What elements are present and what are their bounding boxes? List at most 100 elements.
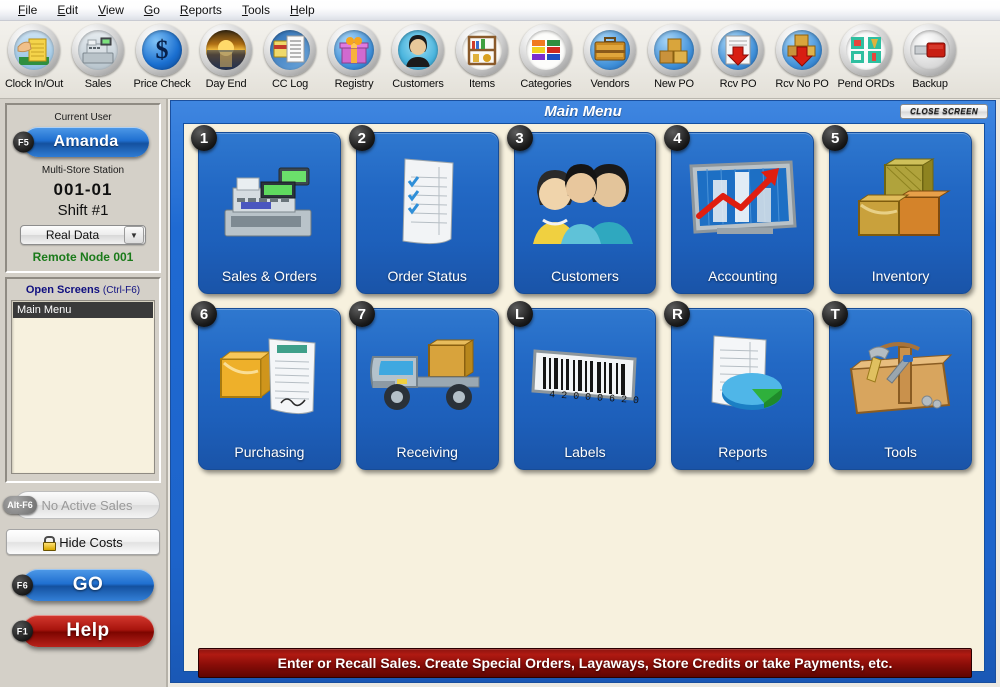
open-screens-list[interactable]: Main Menu — [11, 300, 155, 474]
menu-item-tools[interactable]: Tools — [232, 1, 280, 19]
left-sidebar: Current User F5 Amanda Multi-Store Stati… — [0, 99, 168, 687]
boxes-icon — [648, 24, 700, 76]
tile-inventory[interactable]: 5 Inventory — [822, 125, 972, 294]
tile-customers[interactable]: 3 Customers — [506, 125, 657, 294]
data-mode-select[interactable]: Real Data ▼ — [20, 225, 146, 245]
menu-item-go[interactable]: Go — [134, 1, 170, 19]
help-button[interactable]: F1 Help — [12, 615, 154, 647]
toolbar-button-sales[interactable]: Sales — [66, 24, 130, 90]
tile-key-badge: L — [506, 301, 533, 327]
tile-sales-and-orders[interactable]: 1 Sales & Orders — [191, 125, 341, 294]
open-screens-shortcut: (Ctrl-F6) — [102, 285, 141, 296]
report-piechart-icon — [672, 309, 813, 444]
toolbar-label: Items — [469, 78, 495, 90]
help-label: Help — [66, 620, 110, 641]
user-fkey-badge: F5 — [13, 131, 34, 153]
tile-key-badge: 5 — [822, 125, 849, 151]
menu-tile-grid: 1 Sales & Orders 2 Order Status 3 Custom… — [191, 125, 972, 470]
dollar-sign-icon: $ — [136, 24, 188, 76]
open-screens-panel: Open Screens (Ctrl-F6) Main Menu — [5, 277, 161, 483]
lock-icon — [43, 535, 57, 551]
toolbar-button-cc-log[interactable]: CC Log — [258, 24, 322, 90]
status-message-bar: Enter or Recall Sales. Create Special Or… — [198, 648, 972, 678]
person-icon — [392, 24, 444, 76]
tile-key-badge: 3 — [506, 125, 533, 151]
menu-item-reports[interactable]: Reports — [170, 1, 232, 19]
hide-costs-button[interactable]: Hide Costs — [6, 529, 160, 555]
data-mode-value: Real Data — [45, 228, 100, 242]
tile-accounting[interactable]: 4 Accounting — [664, 125, 815, 294]
toolbar-button-clock-in-out[interactable]: Clock In/Out — [2, 24, 66, 90]
go-button[interactable]: F6 GO — [12, 569, 154, 601]
color-blocks-icon — [520, 24, 572, 76]
menu-canvas: 1 Sales & Orders 2 Order Status 3 Custom… — [183, 123, 985, 678]
pending-orders-icon — [840, 24, 892, 76]
toolbar-label: Sales — [84, 78, 112, 90]
tile-label: Inventory — [871, 268, 930, 284]
main-menu-window: Main Menu CLOSE SCREEN 1 Sales & Orders … — [170, 100, 996, 683]
toolbar-label: Price Check — [133, 78, 191, 90]
chevron-down-icon[interactable]: ▼ — [124, 226, 144, 244]
receive-po-icon — [712, 24, 764, 76]
chart-monitor-icon — [672, 133, 813, 268]
tile-label: Labels — [564, 444, 606, 460]
window-title-bar: Main Menu CLOSE SCREEN — [171, 101, 995, 123]
menu-item-file[interactable]: File — [8, 1, 47, 19]
current-user-button[interactable]: F5 Amanda — [13, 127, 149, 157]
toolbar-label: Clock In/Out — [4, 78, 64, 90]
toolbar-button-registry[interactable]: Registry — [322, 24, 386, 90]
shift-value: Shift #1 — [57, 202, 109, 219]
menu-item-edit[interactable]: Edit — [47, 1, 88, 19]
toolbar-button-day-end[interactable]: Day End — [194, 24, 258, 90]
user-station-panel: Current User F5 Amanda Multi-Store Stati… — [5, 103, 161, 273]
cash-register-icon — [72, 24, 124, 76]
toolbar-button-categories[interactable]: Categories — [514, 24, 578, 90]
go-label: GO — [72, 574, 104, 595]
tile-label: Customers — [551, 268, 619, 284]
toolbar-label: Registry — [334, 78, 374, 90]
toolbar-label: New PO — [654, 78, 694, 90]
toolbar-button-customers[interactable]: Customers — [386, 24, 450, 90]
toolbar-label: Rcv No PO — [775, 78, 829, 90]
tile-key-badge: 7 — [348, 301, 375, 327]
toolbar-button-price-check[interactable]: $ Price Check — [130, 24, 194, 90]
menu-item-help[interactable]: Help — [280, 1, 325, 19]
node-status: Remote Node 001 — [32, 250, 134, 264]
tile-label: Accounting — [708, 268, 778, 284]
toolbar-label: Categories — [520, 78, 572, 90]
toolbar-button-rcv-no-po[interactable]: Rcv No PO — [770, 24, 834, 90]
checklist-icon — [357, 133, 498, 268]
station-label: Multi-Store Station — [41, 165, 125, 176]
toolbar-label: Customers — [392, 78, 444, 90]
menu-item-view[interactable]: View — [88, 1, 134, 19]
tile-label: Sales & Orders — [221, 268, 317, 284]
tile-order-status[interactable]: 2 Order Status — [348, 125, 499, 294]
hand-timecard-icon — [8, 24, 60, 76]
toolbar-button-new-po[interactable]: New PO — [642, 24, 706, 90]
briefcase-icon — [584, 24, 636, 76]
list-item[interactable]: Main Menu — [13, 302, 153, 318]
toolbar-button-backup[interactable]: Backup — [898, 24, 962, 90]
toolbar-label: Backup — [912, 78, 948, 90]
toolbar-button-pend-ords[interactable]: Pend ORDs — [834, 24, 898, 90]
active-sales-indicator[interactable]: Alt-F6 No Active Sales — [3, 491, 160, 519]
tile-labels[interactable]: L 4 2 0 0 0 6 2 0 0 Labels — [506, 301, 657, 470]
open-screens-title: Open Screens (Ctrl-F6) — [11, 284, 155, 296]
go-fkey-badge: F6 — [12, 574, 33, 596]
tile-label: Tools — [884, 444, 917, 460]
tile-reports[interactable]: R Reports — [664, 301, 815, 470]
toolbar-button-rcv-po[interactable]: Rcv PO — [706, 24, 770, 90]
tile-label: Receiving — [396, 444, 458, 460]
station-value: 001-01 — [53, 180, 113, 199]
close-screen-button[interactable]: CLOSE SCREEN — [900, 104, 988, 119]
gift-icon — [328, 24, 380, 76]
people-icon — [515, 133, 656, 268]
tile-purchasing[interactable]: 6 Purchasing — [191, 301, 341, 470]
usb-drive-icon — [904, 24, 956, 76]
tile-label: Reports — [718, 444, 768, 460]
active-sales-fkey-badge: Alt-F6 — [3, 496, 37, 514]
toolbar-button-vendors[interactable]: Vendors — [578, 24, 642, 90]
tile-receiving[interactable]: 7 Receiving — [348, 301, 499, 470]
tile-tools[interactable]: T Tools — [822, 301, 972, 470]
toolbar-button-items[interactable]: Items — [450, 24, 514, 90]
